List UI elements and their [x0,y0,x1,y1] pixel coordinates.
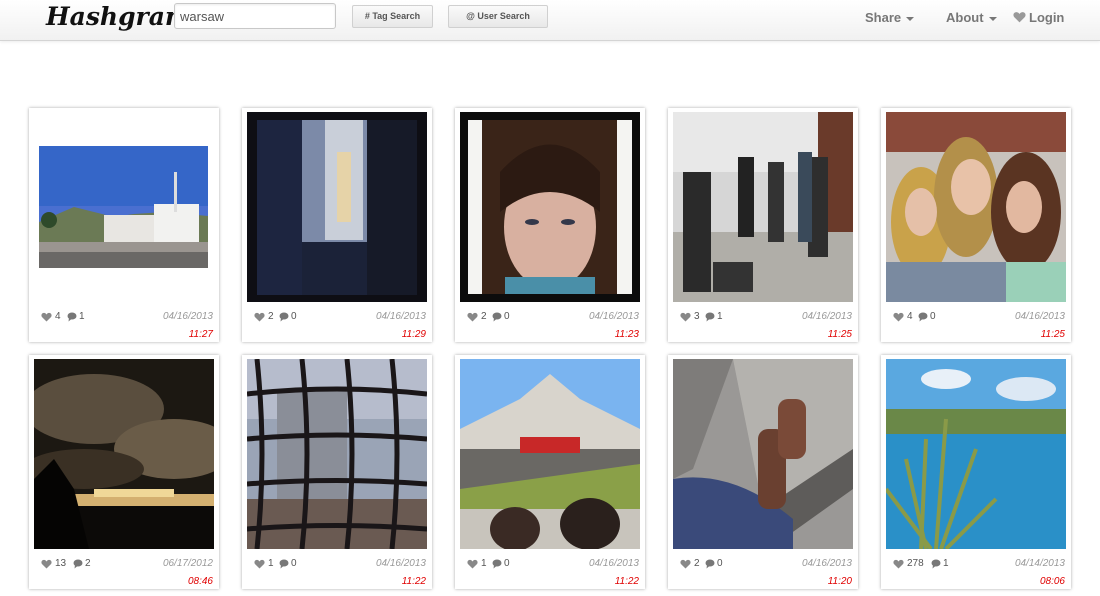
photo-thumbnail[interactable] [34,359,214,549]
post-date: 04/16/2013 [801,558,852,569]
photo-thumbnail[interactable] [673,112,853,302]
post-date: 04/16/2013 [588,311,639,322]
comments-count: 0 [291,311,297,322]
comment-icon [492,559,502,569]
comment-icon [67,312,77,322]
photo-thumbnail[interactable] [34,112,214,302]
photo-card[interactable]: 13 2 06/17/2012 08:46 [29,355,219,589]
comment-icon [492,312,502,322]
likes-count: 278 [907,558,924,569]
post-time: 11:20 [827,576,852,587]
heart-icon [254,559,265,569]
heart-icon [1013,12,1026,23]
comments-count: 1 [717,311,723,322]
photo-card[interactable]: 4 0 04/16/2013 11:25 [881,108,1071,342]
login-link[interactable]: Login [1013,10,1064,25]
heart-icon [893,312,904,322]
heart-icon [41,312,52,322]
post-time: 11:25 [827,329,852,340]
likes-count: 2 [694,558,700,569]
post-date: 04/14/2013 [1014,558,1065,569]
comment-icon [931,559,941,569]
photo-thumbnail[interactable] [460,112,640,302]
comments-count: 1 [943,558,949,569]
photo-card[interactable]: 1 0 04/16/2013 11:22 [242,355,432,589]
comments-count: 1 [79,311,85,322]
user-search-button[interactable]: @ User Search [448,5,548,28]
comments-count: 0 [504,558,510,569]
photo-card[interactable]: 4 1 04/16/2013 11:27 [29,108,219,342]
post-time: 11:23 [614,329,639,340]
brand-logo[interactable]: Hashgram [46,2,191,31]
login-label: Login [1029,10,1065,25]
comment-icon [279,559,289,569]
top-navbar: Hashgram # Tag Search @ User Search Shar… [0,0,1100,41]
heart-icon [467,312,478,322]
post-date: 04/16/2013 [588,558,639,569]
post-time: 08:06 [1039,576,1065,587]
chevron-down-icon [988,16,997,21]
tag-search-button[interactable]: # Tag Search [352,5,433,28]
heart-icon [893,559,904,569]
photo-card[interactable]: 3 1 04/16/2013 11:25 [668,108,858,342]
photo-thumbnail[interactable] [673,359,853,549]
post-time: 11:29 [401,329,426,340]
photo-card[interactable]: 2 0 04/16/2013 11:20 [668,355,858,589]
post-date: 06/17/2012 [162,558,213,569]
photo-card[interactable]: 1 0 04/16/2013 11:22 [455,355,645,589]
comments-count: 0 [930,311,936,322]
comments-count: 0 [504,311,510,322]
photo-card[interactable]: 278 1 04/14/2013 08:06 [881,355,1071,589]
likes-count: 4 [55,311,61,322]
comment-icon [705,312,715,322]
comment-icon [705,559,715,569]
photo-thumbnail[interactable] [247,112,427,302]
photo-thumbnail[interactable] [247,359,427,549]
photo-card[interactable]: 2 0 04/16/2013 11:29 [242,108,432,342]
comments-count: 0 [291,558,297,569]
share-label: Share [865,10,902,25]
comment-icon [279,312,289,322]
heart-icon [680,559,691,569]
comment-icon [918,312,928,322]
photo-thumbnail[interactable] [460,359,640,549]
post-time: 11:22 [401,576,426,587]
heart-icon [41,559,52,569]
post-date: 04/16/2013 [375,558,426,569]
post-time: 11:22 [614,576,639,587]
likes-count: 2 [481,311,487,322]
share-menu[interactable]: Share [865,10,915,25]
comments-count: 2 [85,558,91,569]
likes-count: 3 [694,311,700,322]
photo-thumbnail[interactable] [886,359,1066,549]
about-label: About [946,10,984,25]
heart-icon [254,312,265,322]
heart-icon [680,312,691,322]
post-time: 11:25 [1040,329,1065,340]
photo-card[interactable]: 2 0 04/16/2013 11:23 [455,108,645,342]
post-date: 04/16/2013 [801,311,852,322]
post-date: 04/16/2013 [162,311,213,322]
post-time: 08:46 [187,576,213,587]
likes-count: 1 [268,558,274,569]
likes-count: 2 [268,311,274,322]
heart-icon [467,559,478,569]
chevron-down-icon [906,16,915,21]
post-date: 04/16/2013 [375,311,426,322]
photo-thumbnail[interactable] [886,112,1066,302]
likes-count: 1 [481,558,487,569]
post-time: 11:27 [188,329,213,340]
post-date: 04/16/2013 [1014,311,1065,322]
about-menu[interactable]: About [946,10,997,25]
search-input[interactable] [174,3,336,29]
comment-icon [73,559,83,569]
likes-count: 4 [907,311,913,322]
likes-count: 13 [55,558,67,569]
comments-count: 0 [717,558,723,569]
